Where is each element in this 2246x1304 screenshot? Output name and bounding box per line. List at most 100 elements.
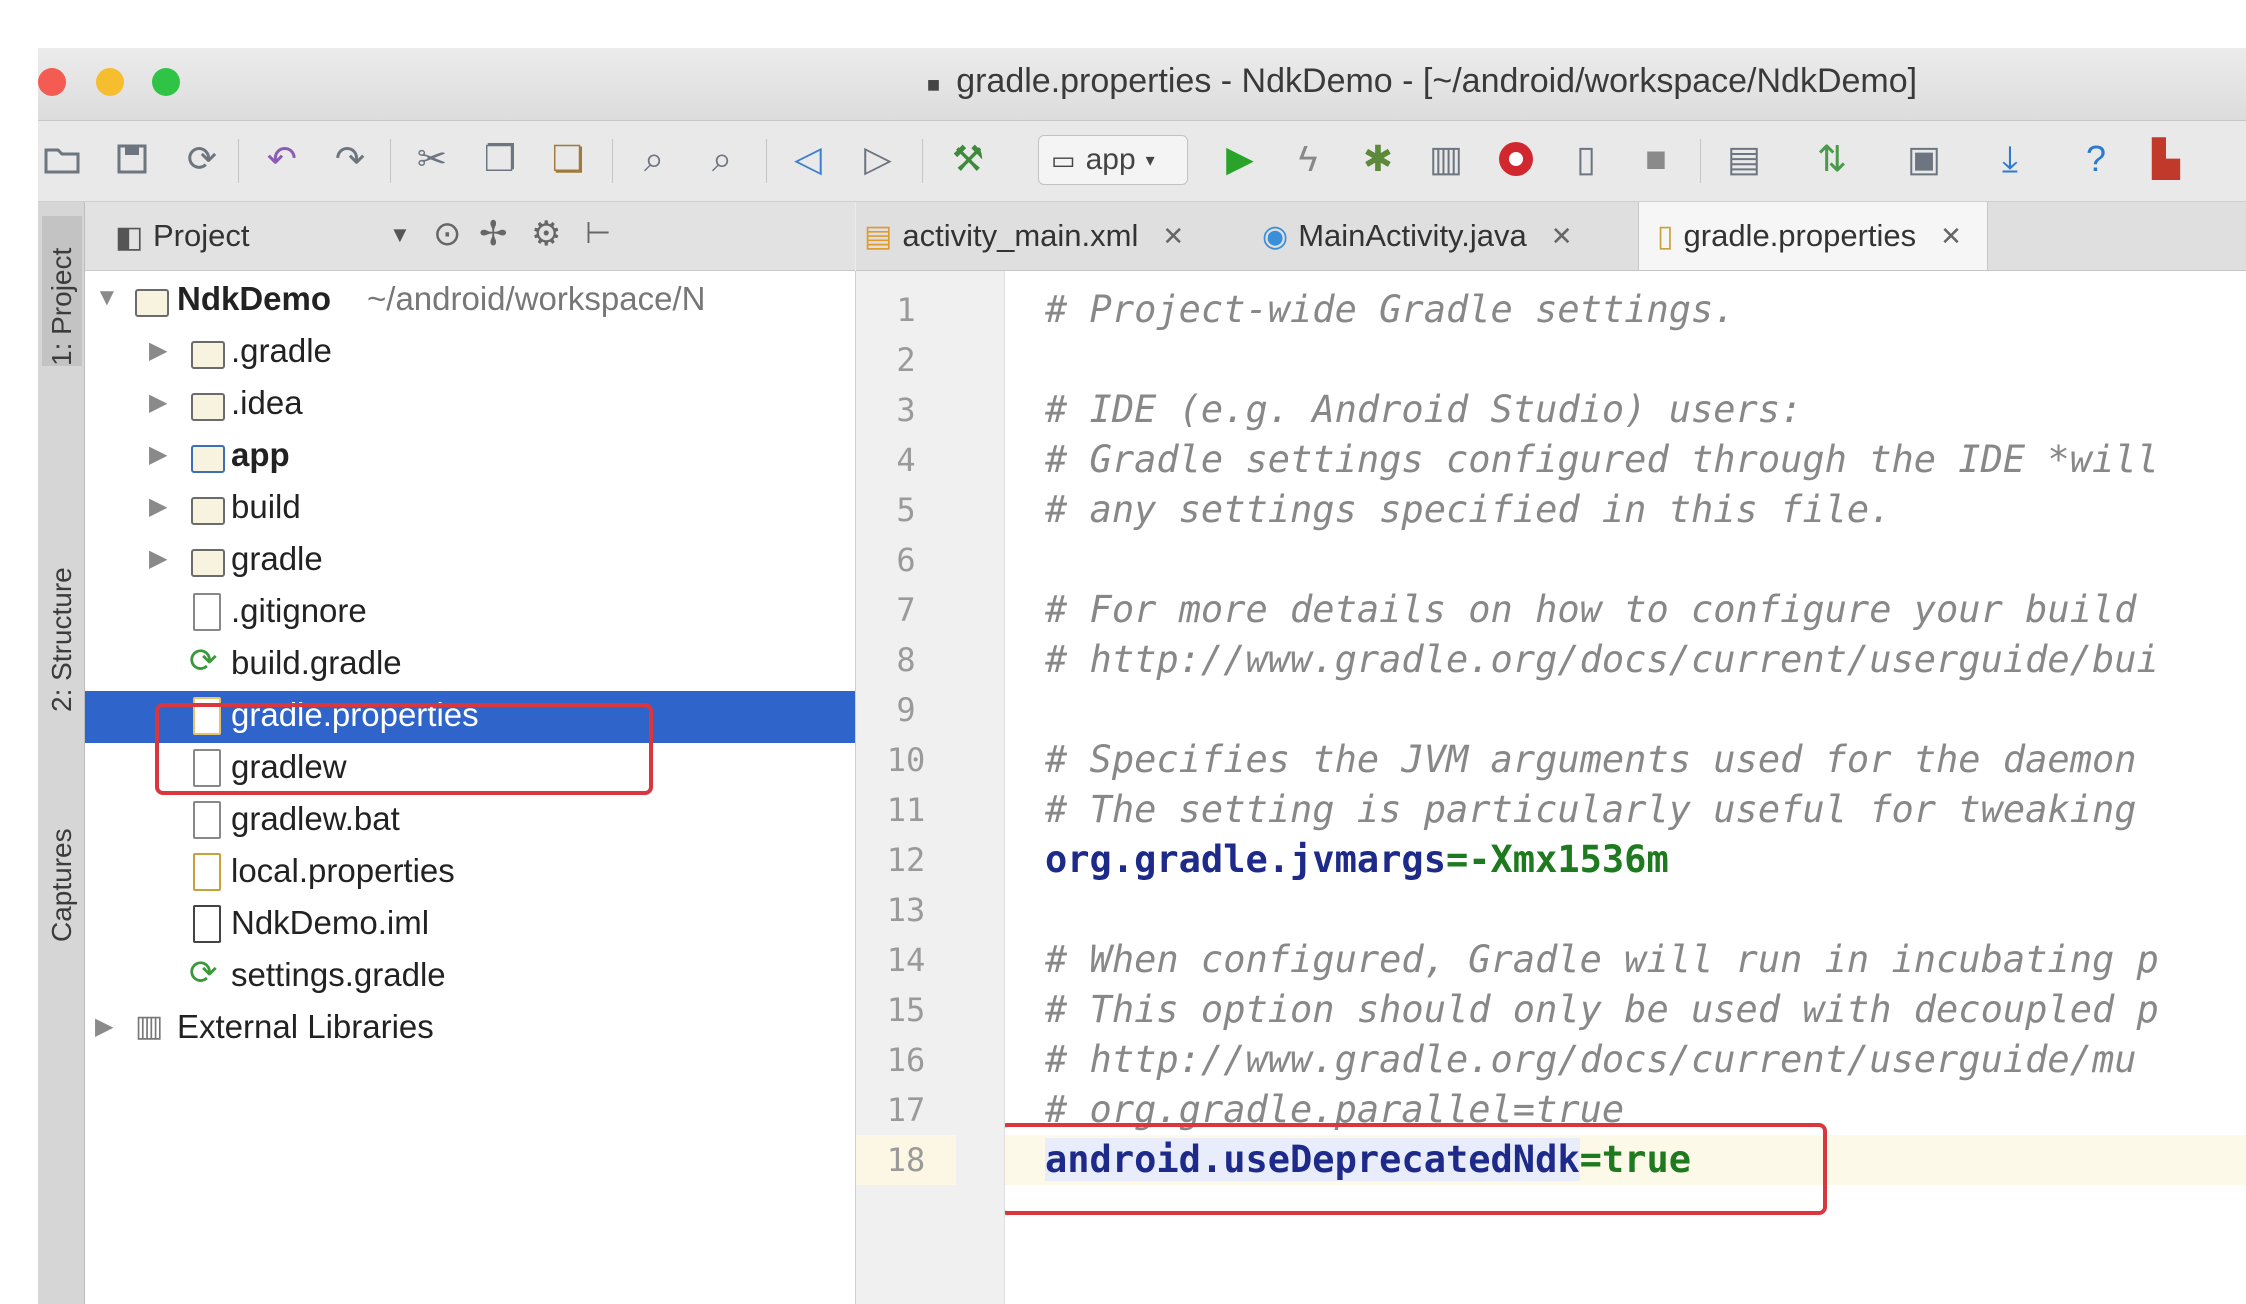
editor-tabs: ▤ activity_main.xml ✕ ◉ MainActivity.jav… [856, 202, 2246, 271]
code-line: # any settings specified in this file. [1045, 488, 1892, 531]
line-number: 17 [886, 1091, 926, 1129]
xml-file-icon: ▤ [864, 219, 893, 253]
avd-manager-icon[interactable]: ▣ [1902, 137, 1946, 181]
folder-icon [191, 497, 225, 525]
run-icon[interactable]: ▶ [1218, 137, 1262, 181]
folder-icon [191, 393, 225, 421]
replace-icon[interactable]: ⌕ [700, 137, 744, 181]
redo-icon[interactable]: ↷ [328, 137, 372, 181]
help-icon[interactable]: ? [2074, 137, 2118, 181]
tree-item[interactable]: gradlew.bat [85, 795, 855, 847]
close-icon[interactable]: ✕ [1162, 221, 1184, 252]
collapsed-arrow-icon[interactable]: ▶ [95, 1012, 113, 1041]
gradle-file-icon: ⟳ [189, 954, 218, 992]
tab-structure[interactable]: 2: Structure [42, 512, 82, 712]
property-key: org.gradle.jvmargs [1045, 838, 1446, 881]
code-line: # Project-wide Gradle settings. [1045, 288, 1736, 331]
window-title: ■ gradle.properties - NdkDemo - [~/androi… [926, 62, 1918, 100]
close-icon[interactable]: ✕ [1551, 221, 1573, 252]
tree-item[interactable]: .gitignore [85, 587, 855, 639]
collapsed-arrow-icon[interactable]: ▶ [149, 544, 167, 573]
paste-icon[interactable]: ❏ [546, 137, 590, 181]
module-folder-icon [191, 445, 225, 473]
back-icon[interactable]: ◁ [786, 137, 830, 181]
collapsed-arrow-icon[interactable]: ▶ [149, 388, 167, 417]
tree-item-label: .gitignore [231, 592, 367, 629]
tree-item[interactable]: ▶ app [85, 431, 855, 483]
close-icon[interactable]: ✕ [1940, 221, 1962, 252]
tab-mainactivity-java[interactable]: ◉ MainActivity.java ✕ [1262, 202, 1573, 270]
chevron-down-icon[interactable]: ▼ [389, 222, 411, 248]
collapsed-arrow-icon[interactable]: ▶ [149, 336, 167, 365]
sync-icon[interactable]: ⟳ [180, 137, 224, 181]
copy-icon[interactable]: ❐ [478, 137, 522, 181]
tree-item[interactable]: ⟳ build.gradle [85, 639, 855, 691]
collapsed-arrow-icon[interactable]: ▶ [149, 440, 167, 469]
line-number: 18 [856, 1135, 956, 1185]
profile-icon[interactable]: ▥ [1424, 137, 1468, 181]
project-view-label[interactable]: Project [153, 218, 249, 254]
find-icon[interactable]: ⌕ [632, 137, 676, 181]
highlight-box-selected-file [155, 703, 653, 795]
tree-root-ndkdemo[interactable]: ▼ NdkDemo ~/android/workspace/N [85, 275, 855, 327]
tree-item-label: .gradle [231, 332, 332, 369]
stop-record-icon[interactable] [1494, 137, 1538, 181]
tree-item[interactable]: ▶ .gradle [85, 327, 855, 379]
tree-item[interactable]: local.properties [85, 847, 855, 899]
collapse-icon[interactable]: ✢ [479, 214, 508, 254]
tree-item[interactable]: ⟳ settings.gradle [85, 951, 855, 1003]
undo-icon[interactable]: ↶ [260, 137, 304, 181]
sdk-manager-icon[interactable]: ▤ [1722, 137, 1766, 181]
code-line: # The setting is particularly useful for… [1045, 788, 2137, 831]
debug-icon[interactable]: ✱ [1356, 137, 1400, 181]
tab-project[interactable]: 1: Project [42, 216, 82, 366]
library-icon: ▥ [135, 1010, 164, 1043]
run-config-label: app [1085, 143, 1136, 176]
tab-captures[interactable]: Captures [42, 782, 82, 942]
code-line: # Gradle settings configured through the… [1045, 438, 2159, 481]
forward-icon[interactable]: ▷ [856, 137, 900, 181]
code-editor[interactable]: # Project-wide Gradle settings. # IDE (e… [1005, 271, 2246, 1304]
tree-item-label: External Libraries [177, 1008, 434, 1045]
android-monitor-icon[interactable]: ▙ [2144, 137, 2188, 181]
tree-item[interactable]: NdkDemo.iml [85, 899, 855, 951]
tree-item[interactable]: ▶ build [85, 483, 855, 535]
code-line: # For more details on how to configure y… [1045, 588, 2137, 631]
tree-external-libraries[interactable]: ▶ ▥ External Libraries [85, 1003, 855, 1055]
text-file-icon [193, 593, 221, 631]
hide-icon[interactable]: ⊢ [585, 216, 611, 251]
gear-icon[interactable]: ⚙ [531, 214, 561, 254]
root-name: NdkDemo [177, 280, 332, 317]
scroll-from-source-icon[interactable]: ⊙ [433, 214, 462, 254]
line-number: 1 [896, 291, 916, 329]
stop-icon[interactable]: ■ [1634, 137, 1678, 181]
project-panel-header: ◧ Project ▼ ⊙ ✢ ⚙ ⊢ [85, 202, 855, 271]
chevron-down-icon: ▾ [1145, 149, 1155, 170]
tab-label: MainActivity.java [1298, 218, 1527, 253]
instant-run-icon[interactable]: ϟ [1286, 137, 1330, 181]
make-project-icon[interactable]: ⚒ [946, 137, 990, 181]
gradle-sync-icon[interactable]: ⇅ [1810, 137, 1854, 181]
download-icon[interactable]: ⤓ [1988, 137, 2032, 181]
tab-label: activity_main.xml [902, 218, 1139, 253]
cut-icon[interactable]: ✂ [410, 137, 454, 181]
run-config-select[interactable]: ▭ app ▾ [1038, 135, 1188, 185]
code-line: # http://www.gradle.org/docs/current/use… [1045, 638, 2159, 681]
text-file-icon [193, 801, 221, 839]
tree-item-label: NdkDemo.iml [231, 904, 430, 941]
folder-icon [191, 549, 225, 577]
open-folder-icon[interactable] [40, 137, 84, 181]
project-tree: ▼ NdkDemo ~/android/workspace/N ▶ .gradl… [85, 271, 857, 1304]
tree-item[interactable]: ▶ gradle [85, 535, 855, 587]
root-path: ~/android/workspace/N [367, 280, 706, 317]
tree-item[interactable]: ▶ .idea [85, 379, 855, 431]
code-line: # http://www.gradle.org/docs/current/use… [1045, 1038, 2137, 1081]
expand-arrow-icon[interactable]: ▼ [95, 284, 119, 312]
tree-item-label: local.properties [231, 852, 455, 889]
save-icon[interactable] [110, 137, 154, 181]
project-view-icon: ◧ [115, 221, 144, 254]
device-icon[interactable]: ▯ [1564, 137, 1608, 181]
tab-gradle-properties[interactable]: ▯ gradle.properties ✕ [1638, 202, 1988, 270]
collapsed-arrow-icon[interactable]: ▶ [149, 492, 167, 521]
tab-activity-main-xml[interactable]: ▤ activity_main.xml ✕ [864, 202, 1184, 270]
